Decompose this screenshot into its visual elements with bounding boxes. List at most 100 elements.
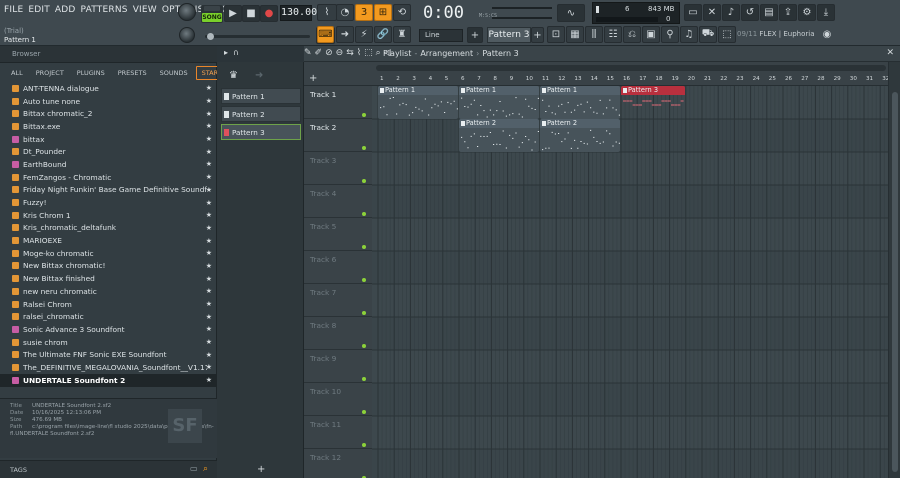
- close-icon[interactable]: ✕: [886, 48, 894, 58]
- menu-view[interactable]: VIEW: [133, 5, 157, 15]
- metronome-button[interactable]: ⌇: [317, 4, 337, 21]
- file-item[interactable]: The Ultimate FNF Sonic EXE Soundfont ★: [0, 348, 217, 361]
- mixer-toggle-button[interactable]: ✕: [703, 4, 721, 21]
- master-pitch-knob[interactable]: [179, 27, 195, 43]
- plugin-db-button[interactable]: ⎌: [623, 26, 641, 43]
- star-icon[interactable]: ★: [206, 186, 212, 194]
- file-item[interactable]: Kris_chromatic_deltafunk ★: [0, 222, 217, 235]
- picker-mode-icon[interactable]: ♛: [229, 70, 238, 81]
- file-item[interactable]: EarthBound ★: [0, 158, 217, 171]
- track-header[interactable]: Track 10: [304, 383, 372, 416]
- browser-tab-sounds[interactable]: SOUNDS: [155, 67, 193, 79]
- star-icon[interactable]: ★: [206, 211, 212, 219]
- countdown-button[interactable]: 3: [355, 4, 373, 21]
- pattern-add-button[interactable]: +: [531, 27, 544, 43]
- search-icon[interactable]: ⌕: [203, 464, 208, 474]
- pattern-item[interactable]: Pattern 3: [221, 124, 301, 140]
- plugin-picker-button[interactable]: ⚲: [661, 26, 679, 43]
- tempo-display[interactable]: 130.000: [280, 5, 323, 21]
- star-icon[interactable]: ★: [206, 122, 212, 130]
- pattern-clip[interactable]: Pattern 1: [378, 86, 458, 119]
- file-item[interactable]: New Bittax chromatic! ★: [0, 260, 217, 273]
- star-icon[interactable]: ★: [206, 237, 212, 245]
- browser-tab-all[interactable]: ALL: [6, 67, 28, 79]
- file-item[interactable]: New Bittax finished ★: [0, 272, 217, 285]
- track-mute-led[interactable]: [362, 179, 366, 183]
- save-button[interactable]: ▤: [760, 4, 778, 21]
- file-item[interactable]: Dt_Pounder ★: [0, 145, 217, 158]
- pattern-clip[interactable]: Pattern 2: [540, 119, 620, 152]
- star-icon[interactable]: ★: [206, 351, 212, 359]
- star-icon[interactable]: ★: [206, 97, 212, 105]
- snap-link-button[interactable]: 🔗: [374, 26, 392, 43]
- pattern-prev-button[interactable]: +: [467, 27, 483, 43]
- tags-bar[interactable]: TAGS ⌕ ▭: [0, 460, 217, 478]
- download-button[interactable]: ⤓: [817, 4, 835, 21]
- star-icon[interactable]: ★: [206, 148, 212, 156]
- mute-tool-icon[interactable]: ⊖: [336, 48, 344, 58]
- track-header[interactable]: Track 5: [304, 218, 372, 251]
- snap-selector[interactable]: Line: [419, 29, 463, 42]
- star-icon[interactable]: ★: [206, 84, 212, 92]
- pattern-clip[interactable]: Pattern 3: [621, 86, 685, 119]
- news-panel[interactable]: 09/11 FLEX | Euphoria: [737, 30, 815, 38]
- playlist-grid[interactable]: 1 2 3 4 5 6 7 8 9 10 11 12 13 14 15 16 17 18 19 20 21 22 23 24 2…: [372, 62, 888, 478]
- file-item[interactable]: Kris Chrom 1 ★: [0, 209, 217, 222]
- star-icon[interactable]: ★: [206, 275, 212, 283]
- pattern-selector[interactable]: Pattern 3: [487, 27, 531, 43]
- track-mute-led[interactable]: [362, 113, 366, 117]
- add-track-icon[interactable]: +: [309, 73, 317, 84]
- track-mute-led[interactable]: [362, 278, 366, 282]
- record-button[interactable]: ●: [260, 5, 278, 22]
- channel-rack-button[interactable]: ☷: [604, 26, 622, 43]
- pattern-clip[interactable]: Pattern 1: [459, 86, 539, 119]
- file-item[interactable]: ralsei_chromatic ★: [0, 310, 217, 323]
- zoom-tool-icon[interactable]: ⌕: [376, 48, 381, 58]
- playlist-draw-button[interactable]: ➜: [336, 26, 354, 43]
- master-pitch-slider[interactable]: [205, 33, 310, 40]
- menu-file[interactable]: FILE: [4, 5, 23, 15]
- pattern-item[interactable]: Pattern 1: [221, 88, 301, 104]
- menu-patterns[interactable]: PATTERNS: [81, 5, 128, 15]
- pattern-clip[interactable]: Pattern 1: [540, 86, 620, 119]
- track-mute-led[interactable]: [362, 344, 366, 348]
- file-item[interactable]: new neru chromatic ★: [0, 285, 217, 298]
- menu-add[interactable]: ADD: [55, 5, 76, 15]
- star-icon[interactable]: ★: [206, 325, 212, 333]
- track-header[interactable]: Track 6: [304, 251, 372, 284]
- star-icon[interactable]: ★: [206, 173, 212, 181]
- track-mute-led[interactable]: [362, 146, 366, 150]
- track-header[interactable]: Track 4: [304, 185, 372, 218]
- file-item[interactable]: FemZangos - Chromatic ★: [0, 171, 217, 184]
- online-button[interactable]: ◉: [818, 26, 836, 43]
- wait-button[interactable]: ◔: [336, 4, 354, 21]
- magnet-icon[interactable]: ∩: [233, 48, 239, 57]
- pattern-clip[interactable]: Pattern 2: [459, 119, 539, 152]
- paint-tool-icon[interactable]: ✐: [315, 48, 323, 58]
- track-header[interactable]: Track 2: [304, 119, 372, 152]
- vertical-scroll-thumb[interactable]: [892, 92, 898, 472]
- track-header[interactable]: Track 3: [304, 152, 372, 185]
- file-item[interactable]: Moge-ko chromatic ★: [0, 247, 217, 260]
- timeline-ruler[interactable]: 1 2 3 4 5 6 7 8 9 10 11 12 13 14 15 16 17 18 19 20 21 22 23 24 2…: [372, 62, 888, 86]
- star-icon[interactable]: ★: [206, 313, 212, 321]
- main-volume-slider[interactable]: [492, 7, 552, 9]
- store-button[interactable]: ⬚: [718, 26, 736, 43]
- touch-keyboard-button[interactable]: ♫: [680, 26, 698, 43]
- grid-body[interactable]: Pattern 1 Pattern 1 Pattern 1 Pattern 3 Patt…: [372, 86, 888, 478]
- track-mute-led[interactable]: [362, 377, 366, 381]
- loop-record-button[interactable]: ⟲: [393, 4, 411, 21]
- star-icon[interactable]: ★: [206, 287, 212, 295]
- vertical-scrollbar[interactable]: [888, 62, 900, 478]
- track-mute-led[interactable]: [362, 212, 366, 216]
- typing-keyboard-button[interactable]: ⌨: [317, 26, 334, 43]
- file-item[interactable]: The_DEFINITIVE_MEGALOVANIA_Soundfont__V1…: [0, 361, 217, 374]
- file-item[interactable]: susie chrom ★: [0, 336, 217, 349]
- file-item[interactable]: Bittax.exe ★: [0, 120, 217, 133]
- browser-tab-project[interactable]: PROJECT: [31, 67, 69, 79]
- file-item[interactable]: Ralsei Chrom ★: [0, 298, 217, 311]
- slice-tool-icon[interactable]: ⌇: [357, 48, 361, 58]
- menu-arrow-icon[interactable]: ▸: [224, 48, 228, 57]
- mixer-link-button[interactable]: ⚡: [355, 26, 373, 43]
- track-header[interactable]: Track 1: [304, 86, 372, 119]
